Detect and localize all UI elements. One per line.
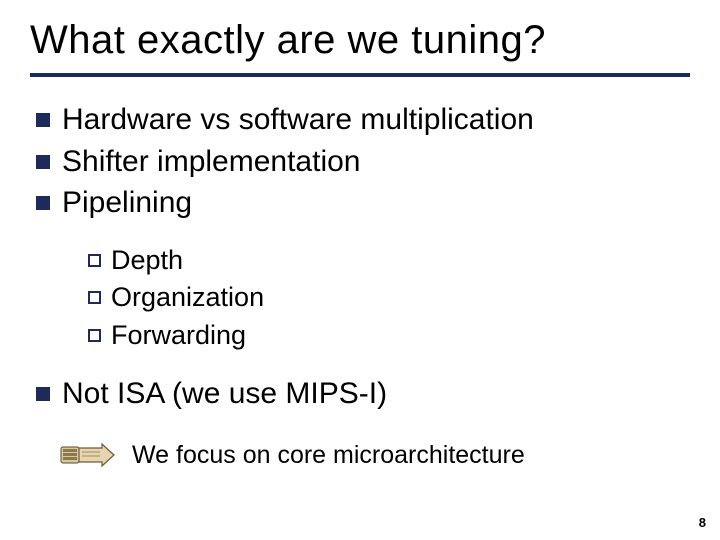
bullet-text: Shifter implementation xyxy=(62,143,360,181)
bullet-not-isa: Not ISA (we use MIPS-I) xyxy=(36,375,690,413)
subbullet-depth: Depth xyxy=(88,244,690,278)
bullet-hardware-vs-software: Hardware vs software multiplication xyxy=(36,101,690,139)
bullet-text: Not ISA (we use MIPS-I) xyxy=(62,375,387,413)
bullet-text: Pipelining xyxy=(62,184,192,222)
title-rule xyxy=(30,73,690,77)
square-bullet-icon xyxy=(36,387,50,401)
bullet-text: Hardware vs software multiplication xyxy=(62,101,534,139)
hollow-square-bullet-icon xyxy=(88,329,101,342)
bullet-pipelining: Pipelining xyxy=(36,184,690,222)
square-bullet-icon xyxy=(36,113,50,127)
subbullet-organization: Organization xyxy=(88,281,690,315)
callout-text: We focus on core microarchitecture xyxy=(132,441,525,470)
square-bullet-icon xyxy=(36,155,50,169)
page-number: 8 xyxy=(699,515,706,530)
subbullet-forwarding: Forwarding xyxy=(88,319,690,353)
bullet-text: Organization xyxy=(111,281,264,315)
bullet-shifter: Shifter implementation xyxy=(36,143,690,181)
pointing-hand-icon xyxy=(60,438,116,472)
bullet-text: Forwarding xyxy=(111,319,246,353)
slide-title: What exactly are we tuning? xyxy=(30,18,690,63)
callout-row: We focus on core microarchitecture xyxy=(60,438,690,472)
hollow-square-bullet-icon xyxy=(88,254,101,267)
hollow-square-bullet-icon xyxy=(88,291,101,304)
bullet-text: Depth xyxy=(111,244,183,278)
square-bullet-icon xyxy=(36,196,50,210)
